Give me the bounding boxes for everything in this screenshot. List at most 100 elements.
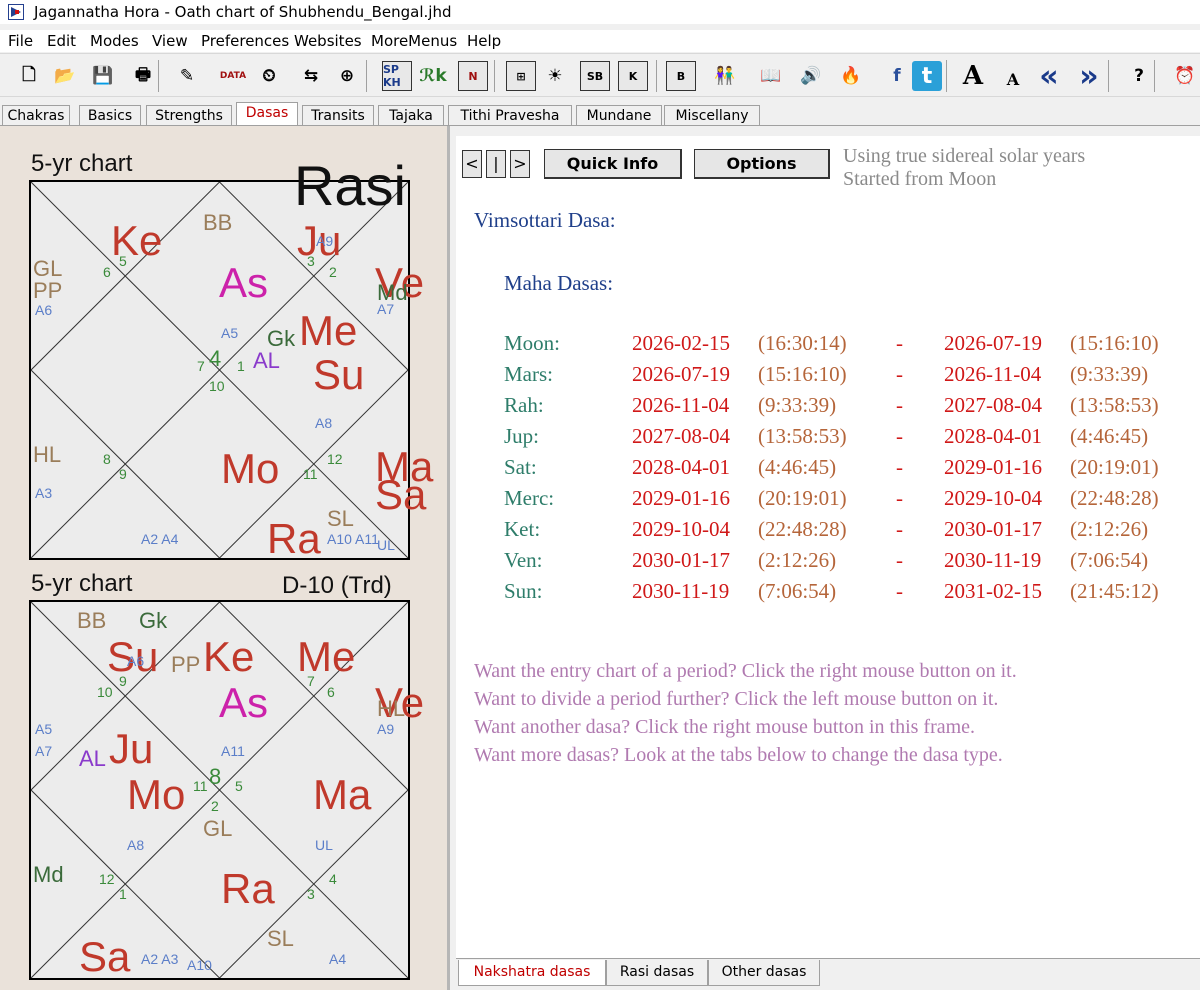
chart-label: Ra	[267, 515, 321, 562]
forward-icon[interactable]: »	[1074, 59, 1104, 94]
sun-rays-icon[interactable]: ☀	[540, 61, 570, 91]
dasa-end-date: 2029-10-04	[944, 486, 1042, 510]
chart-label: 1	[119, 886, 127, 902]
tab-other-dasas[interactable]: Other dasas	[708, 960, 820, 986]
menu-edit[interactable]: Edit	[47, 32, 76, 50]
back-icon[interactable]: «	[1034, 59, 1064, 94]
chart-label: Sa	[79, 933, 131, 980]
dasa-start-date: 2028-04-01	[632, 455, 730, 479]
data-clock-icon[interactable]: DATA	[218, 61, 248, 91]
chart-label: A5	[221, 325, 239, 341]
menu-modes[interactable]: Modes	[90, 32, 139, 50]
tab-miscellany[interactable]: Miscellany	[664, 105, 760, 126]
tab-transits[interactable]: Transits	[302, 105, 374, 126]
chart-edit-icon[interactable]: ✎	[172, 61, 202, 91]
dasa-row[interactable]: Sat: 2028-04-01 (4:46:45) - 2029-01-16 (20:19…	[456, 455, 1200, 485]
menu-preferences[interactable]: Preferences	[201, 32, 289, 50]
chart-label: Ra	[221, 865, 275, 912]
chart-label: 5	[235, 778, 243, 794]
sb-icon[interactable]: SB	[580, 61, 610, 91]
tab-nakshatra-dasas[interactable]: Nakshatra dasas	[458, 960, 606, 986]
chart-label: PP	[33, 278, 63, 303]
dasa-row[interactable]: Sun: 2030-11-19 (7:06:54) - 2031-02-15 (21:45…	[456, 579, 1200, 609]
sp-kh-icon[interactable]: SP KH	[382, 61, 412, 91]
tab-mundane[interactable]: Mundane	[576, 105, 662, 126]
chart-label: Ke	[203, 633, 255, 680]
menu-moremenus[interactable]: MoreMenus	[371, 32, 457, 50]
dasa-row[interactable]: Moon: 2026-02-15 (16:30:14) - 2026-07-19 (15:…	[456, 331, 1200, 361]
dasa-row[interactable]: Ven: 2030-01-17 (2:12:26) - 2030-11-19 (7:06:…	[456, 548, 1200, 578]
print-icon[interactable]: 🖶	[128, 61, 158, 91]
tab-basics[interactable]: Basics	[79, 105, 141, 126]
people-icon[interactable]: 👫	[710, 61, 740, 91]
chart-label: 7	[197, 358, 205, 374]
d10-chart[interactable]: BB Gk Su A6 PP Ke Me 9 10 7 6 As Ve HL A9 A5 A7 Ju AL A11 8 1…	[29, 600, 424, 980]
save-icon[interactable]: 💾	[88, 61, 118, 91]
facebook-icon[interactable]: f	[882, 61, 912, 91]
menu-file[interactable]: File	[8, 32, 33, 50]
chart-label: A11	[221, 743, 245, 759]
chart-label: Gk	[267, 326, 296, 351]
options-button[interactable]: Options	[694, 149, 830, 179]
tab-rasi-dasas[interactable]: Rasi dasas	[606, 960, 708, 986]
clock-search-icon[interactable]: ⏲	[254, 61, 284, 91]
menu-view[interactable]: View	[152, 32, 188, 50]
chart-label: UL	[377, 537, 395, 553]
chart-panel[interactable]: 5-yr chart Rasi Ke BB Ju A9 5 6 3 2 GL PP A6 As Ve Md…	[0, 126, 450, 990]
dasa-panel[interactable]: < | > Quick Info Options Using true side…	[456, 136, 1200, 958]
dasa-start-date: 2026-11-04	[632, 393, 730, 417]
dasa-planet: Jup:	[504, 424, 540, 448]
open-folder-icon[interactable]: 📂	[50, 61, 80, 91]
time-shift-icon[interactable]: ⇆	[296, 61, 326, 91]
toolbar-separator	[1108, 60, 1109, 92]
menu-websites[interactable]: Websites	[294, 32, 362, 50]
prev-button[interactable]: <	[462, 150, 482, 178]
speaker-icon[interactable]: 🔊	[796, 61, 826, 91]
help-icon[interactable]: ?	[1124, 61, 1154, 91]
quick-info-button[interactable]: Quick Info	[544, 149, 682, 179]
reset-button[interactable]: |	[486, 150, 506, 178]
twitter-icon[interactable]: t	[912, 61, 942, 91]
next-button[interactable]: >	[510, 150, 530, 178]
font-smaller-icon[interactable]: A	[998, 61, 1028, 91]
tab-chakras[interactable]: Chakras	[2, 105, 70, 126]
dasa-end-time: (13:58:53)	[1070, 393, 1159, 417]
dasa-row[interactable]: Mars: 2026-07-19 (15:16:10) - 2026-11-04 (9:3…	[456, 362, 1200, 392]
chart-label: PP	[171, 652, 201, 677]
b-box-icon[interactable]: B	[666, 61, 696, 91]
chart-label: 7	[307, 673, 315, 689]
dasa-end-date: 2029-01-16	[944, 455, 1042, 479]
dasa-row[interactable]: Rah: 2026-11-04 (9:33:39) - 2027-08-04 (13:58…	[456, 393, 1200, 423]
tab-strengths[interactable]: Strengths	[146, 105, 232, 126]
grid-chart-icon[interactable]: ⊞	[506, 61, 536, 91]
window-title: Jagannatha Hora - Oath chart of Shubhend…	[34, 3, 452, 21]
chart-label: BB	[203, 210, 233, 235]
toolbar: 🗋 📂 💾 🖶 ✎ DATA ⏲ ⇆ ⊕ SP KH ℛk N ⊞ ☀ SB K B 👫 📖 🔊 🔥 f t A A «»? ⏰	[0, 53, 1200, 97]
menu-help[interactable]: Help	[467, 32, 501, 50]
dasa-row[interactable]: Merc: 2029-01-16 (20:19:01) - 2029-10-04 (22:…	[456, 486, 1200, 516]
chart-label: SL	[267, 926, 294, 951]
dasa-planet: Rah:	[504, 393, 544, 417]
fire-icon[interactable]: 🔥	[836, 61, 866, 91]
dasa-dash: -	[896, 424, 903, 448]
tab-dasas[interactable]: Dasas	[236, 102, 298, 126]
calc-note-start: Started from Moon	[843, 168, 997, 190]
kp-icon[interactable]: ℛk	[418, 61, 448, 91]
font-larger-icon[interactable]: A	[958, 61, 988, 91]
book-icon[interactable]: 📖	[756, 61, 786, 91]
app-logo-icon	[8, 4, 24, 20]
chart-label: Ju	[109, 725, 154, 772]
k-box-icon[interactable]: K	[618, 61, 648, 91]
tab-tithi-pravesha[interactable]: Tithi Pravesha	[448, 105, 572, 126]
help-line: Want more dasas? Look at the tabs below …	[474, 744, 1003, 766]
n-icon[interactable]: N	[458, 61, 488, 91]
sign-wheel-icon[interactable]: ⊕	[332, 61, 362, 91]
help-line: Want the entry chart of a period? Click …	[474, 660, 1017, 682]
dasa-row[interactable]: Ket: 2029-10-04 (22:48:28) - 2030-01-17 (2:12…	[456, 517, 1200, 547]
dasa-row[interactable]: Jup: 2027-08-04 (13:58:53) - 2028-04-01 (4:46…	[456, 424, 1200, 454]
new-file-icon[interactable]: 🗋	[14, 61, 44, 91]
rasi-chart[interactable]: Rasi Ke BB Ju A9 5 6 3 2 GL PP A6 As Ve Md A7 Me Gk A5 4 7 1…	[29, 158, 433, 562]
tab-tajaka[interactable]: Tajaka	[378, 105, 444, 126]
alarm-clock-icon[interactable]: ⏰	[1170, 61, 1200, 91]
dasa-start-time: (7:06:54)	[758, 579, 837, 603]
